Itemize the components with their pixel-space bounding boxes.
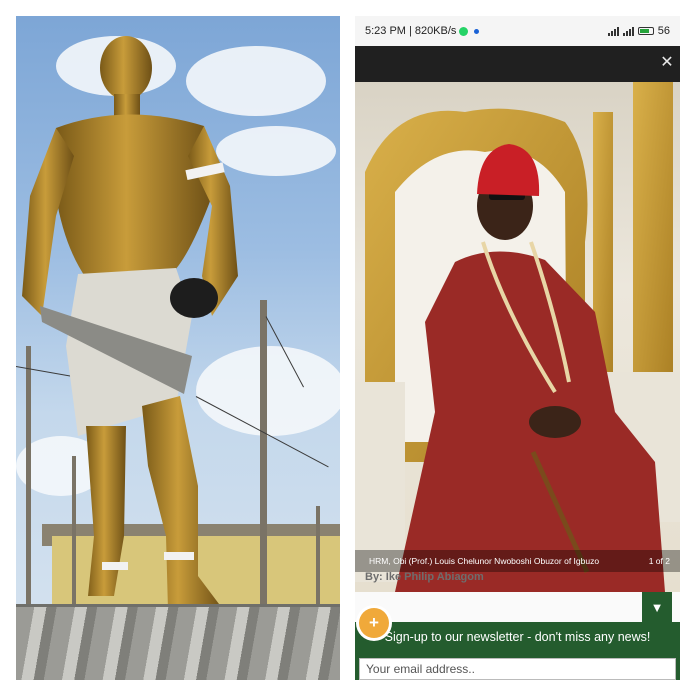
whatsapp-icon [459,26,469,36]
newsletter-text: Sign-up to our newsletter - don't miss a… [384,630,651,644]
gold-statue [22,36,238,610]
article-byline: By: Ike Philip Abiagom [365,571,484,583]
king-on-throne [355,82,680,592]
status-bar: 5:23 PM | 820KB/s 56 [355,16,680,46]
photo-caption: HRM, Obi (Prof.) Louis Chelunor Nwoboshi… [369,556,600,566]
notification-icon [474,28,480,34]
status-left: 5:23 PM | 820KB/s [365,25,480,37]
chevron-down-icon: ▼ [650,599,664,615]
battery-level: 56 [657,25,670,37]
signal-icon [622,26,634,36]
status-time: 5:23 PM [365,25,406,37]
statue-photo [16,16,340,680]
phone-screenshot: 5:23 PM | 820KB/s 56 ✕ HRM, Obi (Prof.) … [355,16,680,680]
signal-icon [607,26,619,36]
email-input[interactable] [359,658,676,680]
photo-counter: 1 of 2 [648,556,670,566]
statue-pedestal [16,604,340,680]
status-right: 56 [607,25,670,37]
battery-icon [637,27,654,35]
close-icon[interactable]: ✕ [660,55,674,71]
status-separator: | [408,25,412,37]
lightbox-photo [355,82,680,592]
photo-caption-bar: HRM, Obi (Prof.) Louis Chelunor Nwoboshi… [355,550,680,572]
network-speed: 820KB/s [414,25,457,37]
newsletter-collapse-button[interactable]: ▼ [642,592,672,622]
